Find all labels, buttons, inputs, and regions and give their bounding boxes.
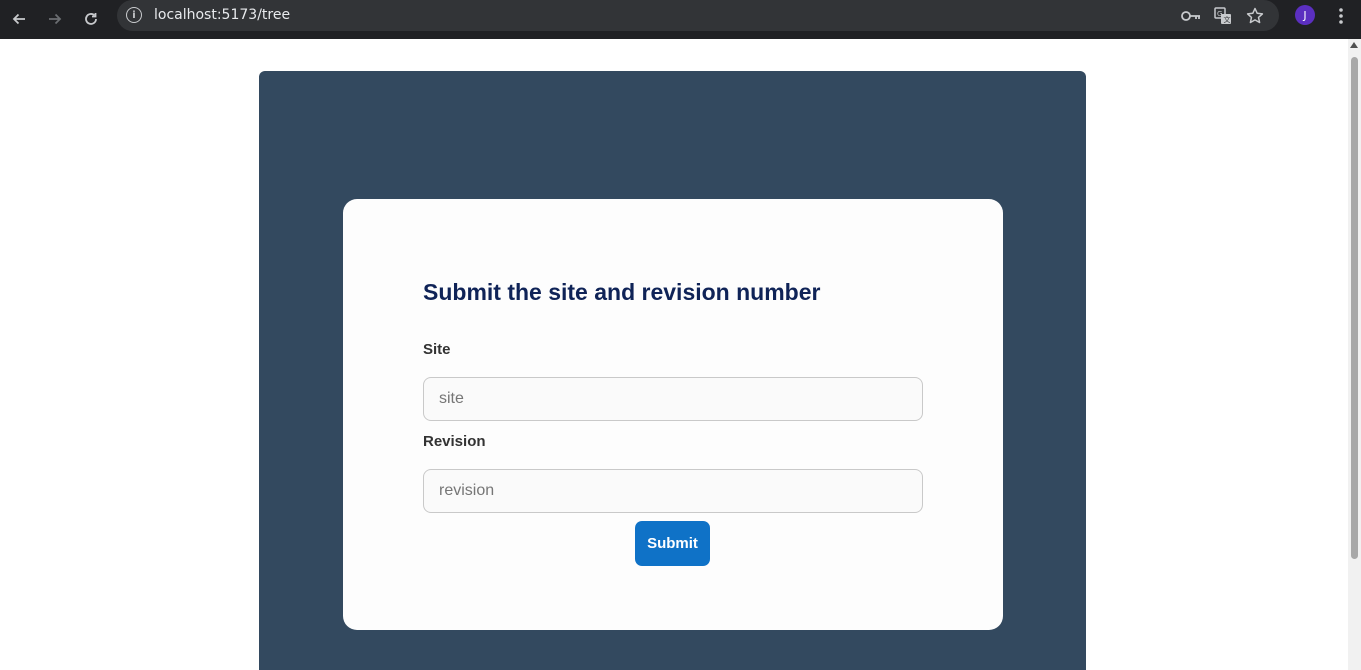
bookmark-star-icon[interactable] (1243, 4, 1267, 28)
back-arrow-icon[interactable] (4, 4, 34, 34)
password-key-icon[interactable] (1179, 4, 1203, 28)
address-bar[interactable]: i localhost:5173/tree G文 (117, 0, 1279, 31)
browser-toolbar: i localhost:5173/tree G文 J (0, 0, 1361, 39)
site-label: Site (423, 341, 451, 358)
reload-icon[interactable] (76, 4, 106, 34)
vertical-scrollbar[interactable] (1348, 39, 1361, 670)
scrollbar-thumb[interactable] (1351, 57, 1358, 559)
submit-button[interactable]: Submit (635, 521, 710, 566)
revision-label: Revision (423, 433, 486, 450)
content-panel: Submit the site and revision number Site… (259, 71, 1086, 670)
site-input[interactable] (423, 377, 923, 421)
address-bar-url[interactable]: localhost:5173/tree (154, 7, 290, 23)
more-menu-icon[interactable] (1330, 4, 1352, 28)
form-card: Submit the site and revision number Site… (343, 199, 1003, 630)
svg-text:G: G (1217, 10, 1222, 18)
forward-arrow-icon[interactable] (40, 4, 70, 34)
site-info-icon[interactable]: i (126, 7, 142, 23)
svg-text:文: 文 (1224, 15, 1231, 24)
profile-avatar[interactable]: J (1295, 5, 1315, 25)
revision-input[interactable] (423, 469, 923, 513)
page-viewport: Submit the site and revision number Site… (0, 39, 1348, 670)
translate-icon[interactable]: G文 (1211, 4, 1235, 28)
form-title: Submit the site and revision number (423, 279, 821, 305)
scroll-up-arrow-icon[interactable] (1350, 42, 1358, 48)
